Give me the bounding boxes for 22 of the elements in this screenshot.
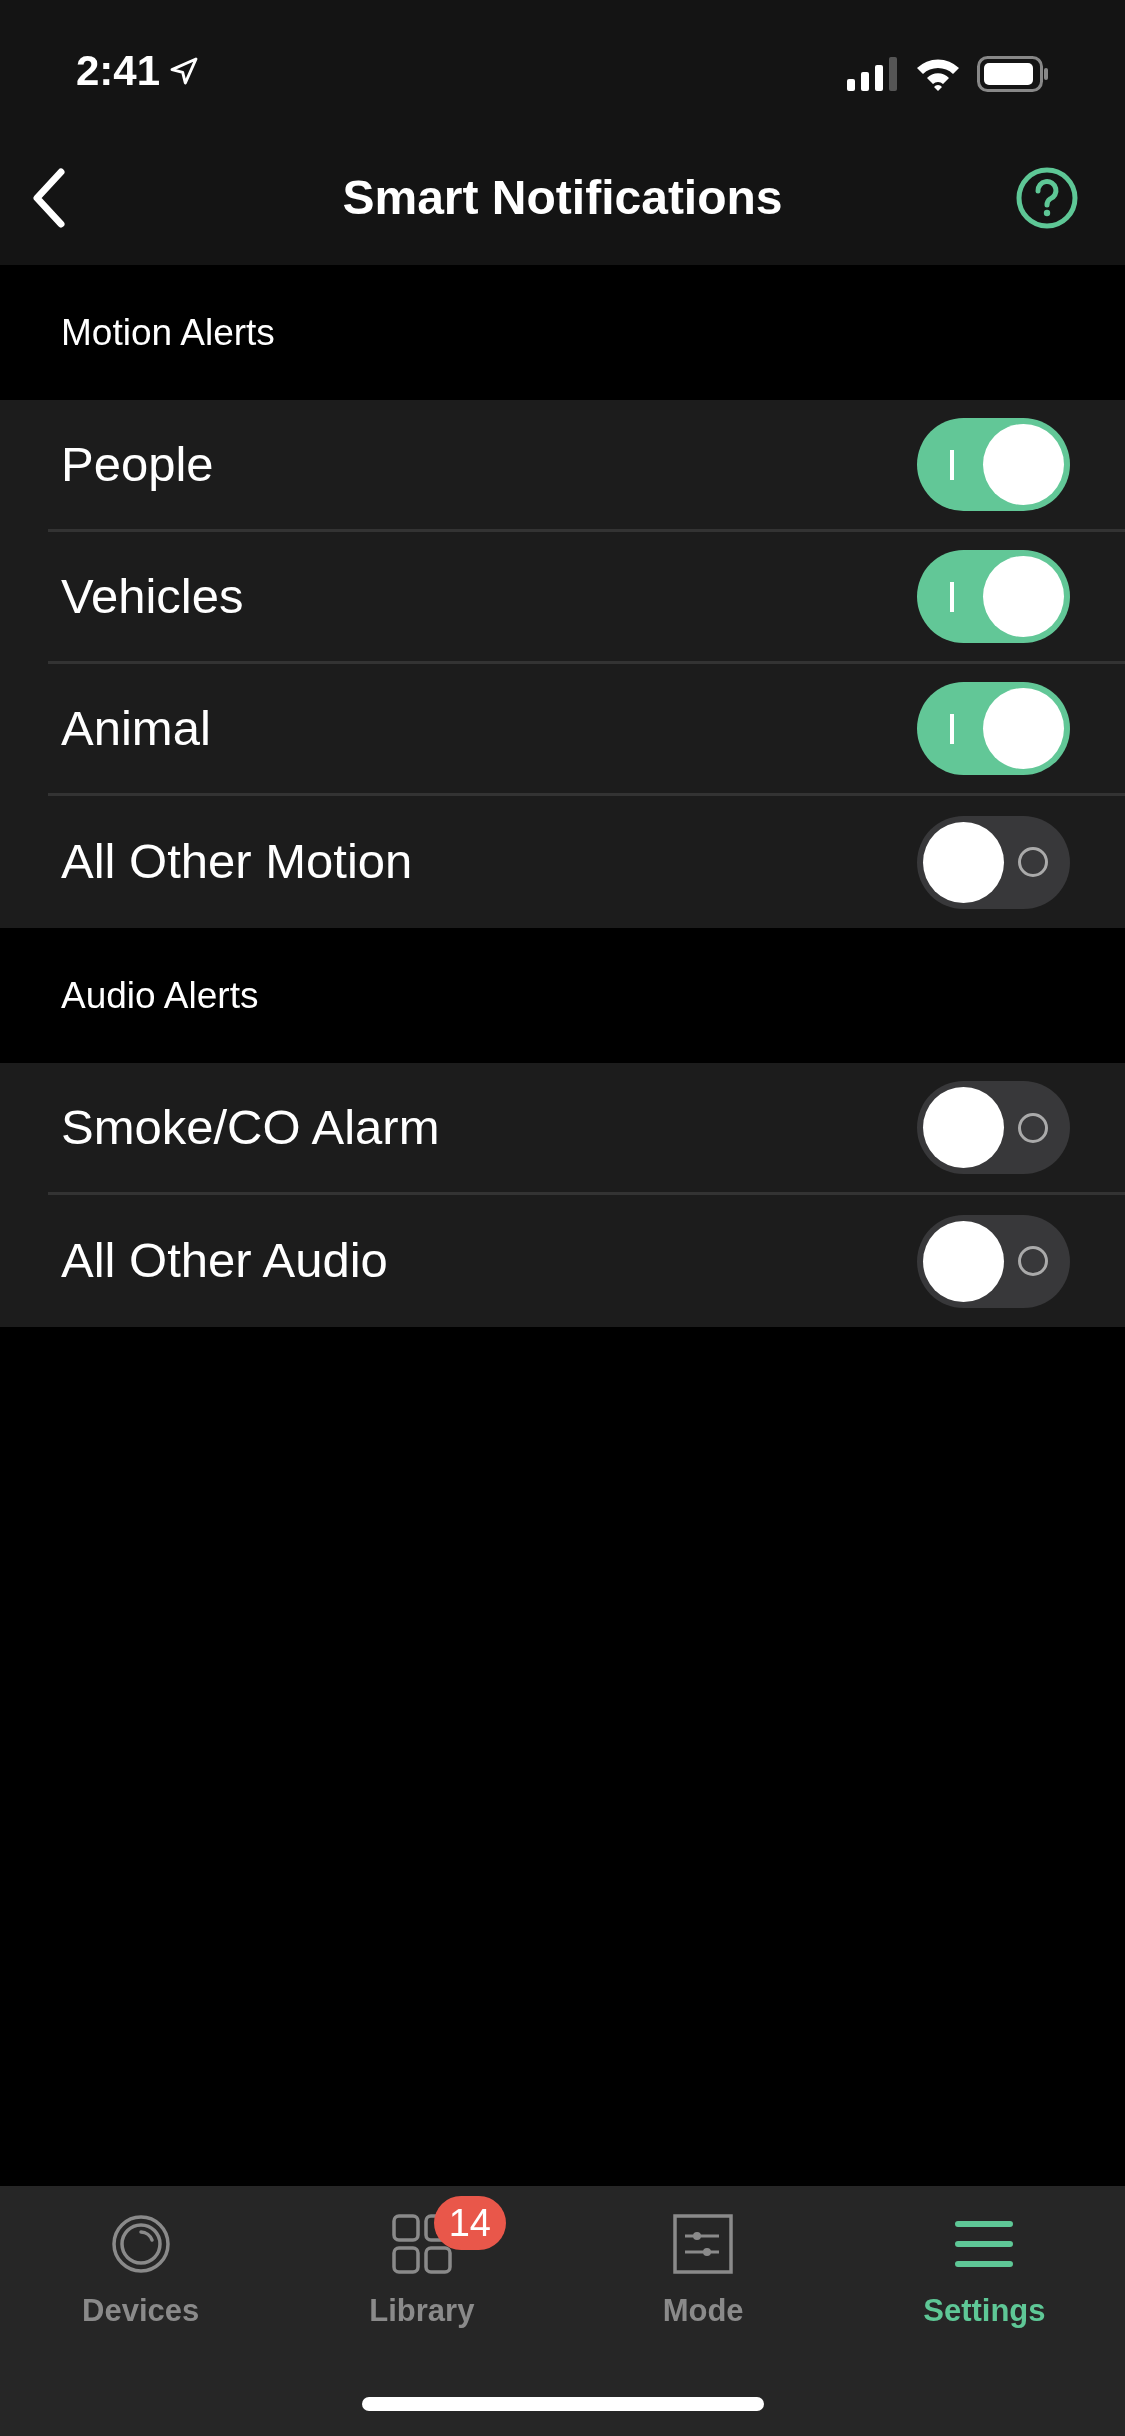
section-header: Motion Alerts [61,310,275,355]
setting-label: Vehicles [61,567,244,625]
grid-icon [391,2214,452,2274]
tab-bar-item[interactable]: Devices [0,2192,282,2335]
wifi-icon [915,57,961,91]
tab-bar-item[interactable]: Settings [843,2192,1125,2335]
setting-label: Animal [61,699,211,757]
help-button[interactable] [1015,165,1079,230]
setting-label: Smoke/CO Alarm [61,1098,440,1156]
screen-title: Smart Notifications [342,169,783,226]
count-badge: 14 [433,2196,506,2250]
setting-label: All Other Motion [61,833,413,891]
battery-icon [977,56,1049,92]
setting-label: All Other Audio [61,1232,388,1290]
section-header: Audio Alerts [61,973,259,1018]
camera-ring-icon [110,2214,171,2274]
tab-bar-item[interactable]: 14 Library [281,2192,563,2335]
tab-bar-item[interactable]: Mode [562,2192,844,2335]
sliders-icon [673,2214,734,2274]
status-time: 2:41 [76,50,161,92]
signal-icon [847,57,899,91]
setting-label: People [61,435,214,493]
